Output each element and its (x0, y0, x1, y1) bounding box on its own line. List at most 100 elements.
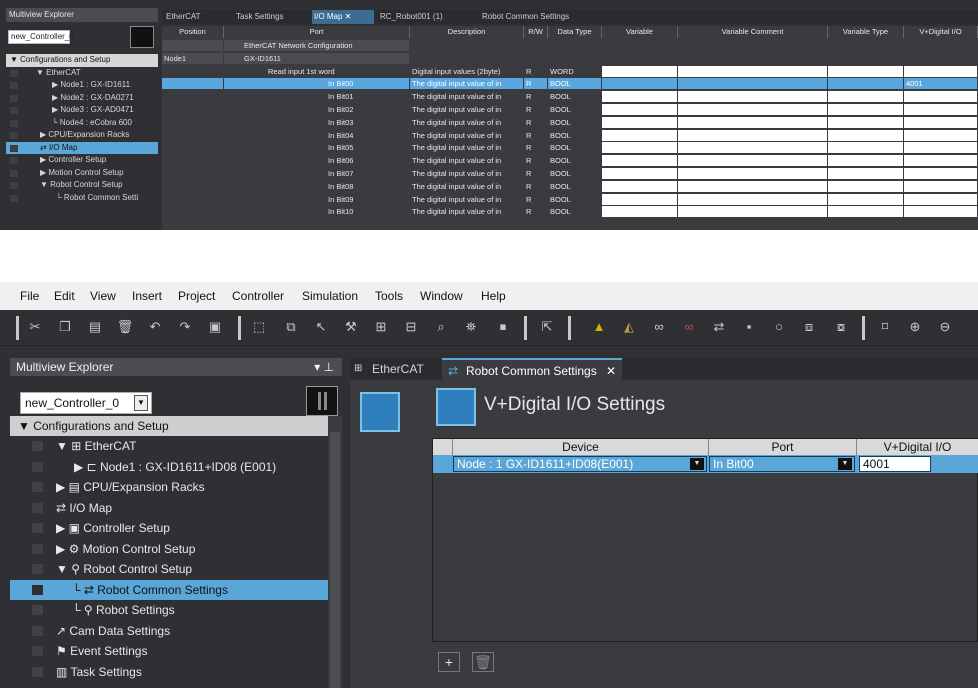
cell-vc[interactable] (678, 168, 827, 179)
cell-vdio[interactable] (904, 193, 977, 205)
cell-vdio[interactable] (904, 116, 977, 128)
unlink-icon[interactable]: ∞ (680, 318, 698, 336)
cell-vdio[interactable] (904, 104, 977, 115)
grip-icon[interactable] (130, 26, 154, 48)
compare-icon[interactable]: ⊞ (372, 318, 390, 336)
copy-icon[interactable]: ❐ (56, 318, 74, 336)
cell-vdio[interactable] (904, 206, 977, 218)
tree-item-controller-setup[interactable]: ▶ ▣ Controller Setup (10, 518, 328, 538)
cell-vt[interactable] (828, 206, 903, 218)
cell-vc[interactable] (678, 180, 827, 192)
tree-item-ethercat[interactable]: ▼ ⊞ EtherCAT (10, 436, 328, 456)
cell-vdio[interactable] (904, 129, 977, 141)
tree-item[interactable]: ▶ Controller Setup (6, 154, 158, 167)
cell-vc[interactable] (678, 78, 827, 90)
cell-var[interactable] (602, 168, 677, 179)
tree-item-io-map[interactable]: ⇄ I/O Map (10, 498, 328, 518)
undo-icon[interactable]: ↶ (146, 318, 164, 336)
menu-insert[interactable]: Insert (132, 289, 162, 303)
zoom-in-icon[interactable]: ⊕ (906, 318, 924, 336)
tree-item-robot-settings[interactable]: └ ⚲ Robot Settings (10, 600, 328, 620)
tree-item[interactable]: └ Robot Common Setti (6, 192, 158, 205)
cell-var[interactable] (602, 180, 677, 192)
tab-robot-common[interactable]: Robot Common Settings (480, 10, 600, 24)
cell-var[interactable] (602, 155, 677, 167)
cell-var[interactable] (602, 91, 677, 103)
tree-item[interactable]: ▼ EtherCAT (6, 67, 158, 80)
cell-var[interactable] (602, 65, 677, 77)
cell-var[interactable] (602, 206, 677, 218)
tree-item[interactable]: ▶ Node3 : GX-AD0471 (6, 104, 158, 117)
table-row[interactable]: Node : 1 GX-ID1611+ID08(E001) ▼ In Bit00… (433, 455, 978, 473)
chevron-down-icon[interactable]: ▼ (134, 395, 148, 411)
cell-vc[interactable] (678, 129, 827, 141)
cell-vdio[interactable] (904, 155, 977, 167)
chevron-down-icon[interactable]: ▼ (838, 458, 852, 470)
vdigital-io-input[interactable]: 4001 (859, 456, 931, 472)
chevron-down-icon[interactable]: ▼ (690, 458, 704, 470)
cell-vt[interactable] (828, 129, 903, 141)
cell-vc[interactable] (678, 206, 827, 218)
cell-var[interactable] (602, 40, 677, 51)
tree-item-configurations[interactable]: ▼ Configurations and Setup (10, 416, 328, 436)
cell-vc[interactable] (678, 91, 827, 103)
tree-item[interactable]: ▶ Node1 : GX-ID1611 (6, 79, 158, 92)
tree-item[interactable]: ▼ Robot Control Setup (6, 179, 158, 192)
menu-help[interactable]: Help (481, 289, 506, 303)
tree-item-cam-data[interactable]: ↗ Cam Data Settings (10, 621, 328, 641)
cell-var[interactable] (602, 116, 677, 128)
add-row-button[interactable]: + (438, 652, 460, 672)
menu-tools[interactable]: Tools (375, 289, 403, 303)
cell-vc[interactable] (678, 116, 827, 128)
crossref-icon[interactable]: ⊟ (402, 318, 420, 336)
cell-vt[interactable] (828, 52, 903, 64)
tab-ethercat[interactable]: ⊞ EtherCAT (350, 358, 440, 380)
link-icon[interactable]: ∞ (650, 318, 668, 336)
menu-project[interactable]: Project (178, 289, 215, 303)
tab-rc-robot[interactable]: RC_Robot001 (1) (378, 10, 476, 24)
explorer-scrollbar[interactable] (328, 416, 342, 688)
tab-ethercat[interactable]: EtherCAT (164, 10, 224, 24)
delete-row-button[interactable]: 🗑 (472, 652, 494, 672)
cell-vc[interactable] (678, 193, 827, 205)
cell-vc[interactable] (678, 40, 827, 51)
zoom-out-icon[interactable]: ⊖ (936, 318, 954, 336)
cell-var[interactable] (602, 104, 677, 115)
3d-view-icon[interactable]: ⬚ (250, 318, 268, 336)
cell-vdio[interactable] (904, 168, 977, 179)
tree-item-robot-common-settings[interactable]: └ ⇄ Robot Common Settings (10, 580, 328, 600)
cell-vc[interactable] (678, 65, 827, 77)
close-icon[interactable]: ✕ (606, 360, 616, 382)
tool-icon[interactable]: ◭ (620, 318, 638, 336)
warning-icon[interactable]: ▲ (590, 318, 608, 336)
tree-item-motion-control[interactable]: ▶ ⚙ Motion Control Setup (10, 539, 328, 559)
cell-vc[interactable] (678, 155, 827, 167)
tree-item[interactable]: └ Node4 : eCobra 600 (6, 117, 158, 130)
paste-icon[interactable]: ▤ (86, 318, 104, 336)
binoculars-icon[interactable]: ⛯ (462, 318, 480, 336)
cell-vt[interactable] (828, 168, 903, 179)
delete-icon[interactable]: 🗑 (116, 318, 134, 336)
stop-icon[interactable]: ⏹ (494, 318, 512, 336)
pin-icon[interactable]: ▾ ⊥ (314, 358, 334, 376)
build-icon[interactable]: ⚒ (342, 318, 360, 336)
cell-vt[interactable] (828, 180, 903, 192)
tree-item-robot-control[interactable]: ▼ ⚲ Robot Control Setup (10, 559, 328, 579)
cell-vdio[interactable] (904, 180, 977, 192)
menu-window[interactable]: Window (420, 289, 463, 303)
cell-vdio[interactable] (904, 40, 977, 51)
cell-vt[interactable] (828, 142, 903, 154)
cell-vt[interactable] (828, 116, 903, 128)
controller-select[interactable]: new_Controller_0 (8, 30, 74, 44)
fit-icon[interactable]: ⌑ (876, 318, 894, 336)
cell-var[interactable] (602, 78, 677, 90)
cell-vc[interactable] (678, 142, 827, 154)
tab-task-settings[interactable]: Task Settings (234, 10, 304, 24)
cell-vt[interactable] (828, 155, 903, 167)
online-icon[interactable]: ⇱ (538, 318, 556, 336)
tree-item[interactable]: ▶ CPU/Expansion Racks (6, 129, 158, 142)
module-icon[interactable]: ▪ (740, 318, 758, 336)
cell-var[interactable] (602, 129, 677, 141)
cell-vdio[interactable] (904, 52, 977, 64)
cell-var[interactable] (602, 142, 677, 154)
